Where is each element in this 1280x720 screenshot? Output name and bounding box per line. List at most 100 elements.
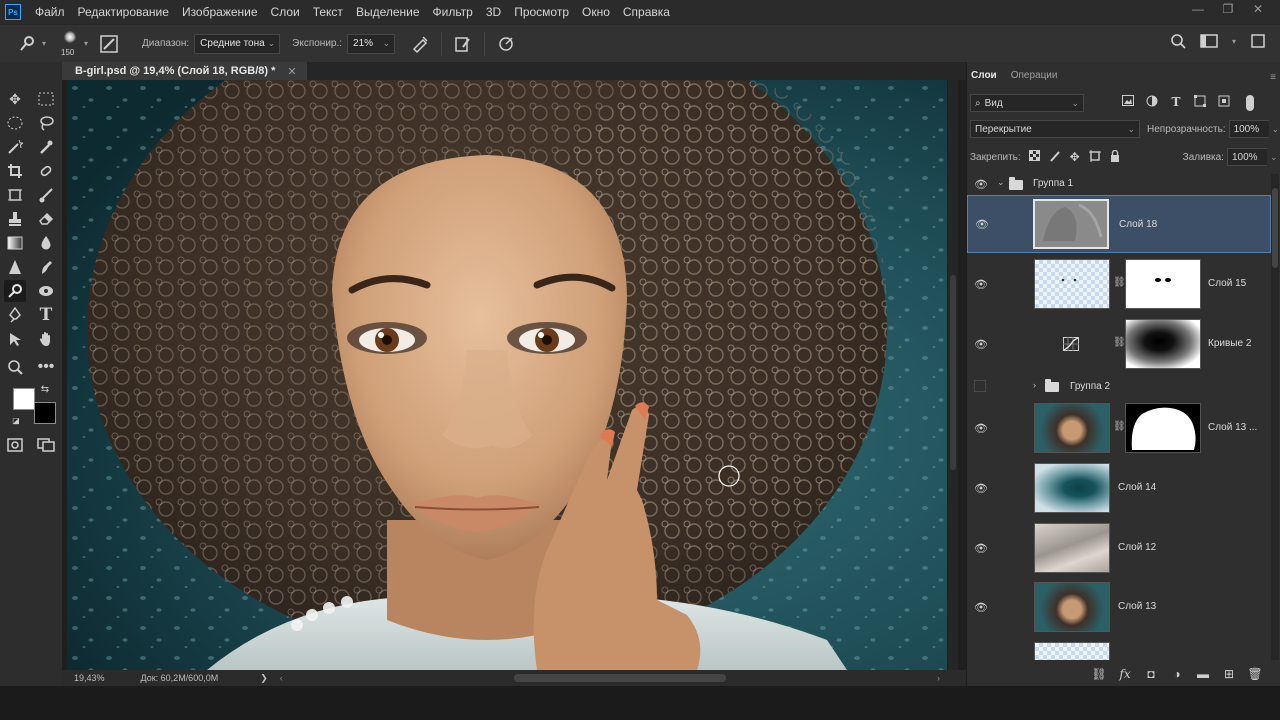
eye-icon[interactable]: 👁 bbox=[975, 217, 989, 231]
new-group-icon[interactable]: ▬ bbox=[1195, 667, 1211, 681]
panel-menu-icon[interactable]: ≡ bbox=[1270, 72, 1276, 83]
menu-image[interactable]: Изображение bbox=[182, 5, 258, 19]
canvas-area[interactable] bbox=[62, 80, 966, 670]
canvas-vertical-scrollbar[interactable] bbox=[948, 80, 958, 670]
layer-row[interactable]: › Группа 2 bbox=[967, 376, 1271, 396]
foreground-color-swatch[interactable] bbox=[13, 388, 35, 410]
eyedropper-icon[interactable] bbox=[35, 136, 57, 158]
clone-stamp-icon[interactable] bbox=[4, 208, 26, 230]
fill-input[interactable]: 100% bbox=[1226, 148, 1267, 166]
type-filter-icon[interactable]: T bbox=[1166, 95, 1186, 111]
opacity-input[interactable]: 100% bbox=[1228, 120, 1269, 138]
close-window-button[interactable]: ✕ bbox=[1250, 2, 1266, 16]
lock-transparency-icon[interactable] bbox=[1025, 150, 1045, 164]
menu-layers[interactable]: Слои bbox=[271, 5, 300, 19]
image-filter-icon[interactable] bbox=[1118, 95, 1138, 111]
chevron-down-icon[interactable]: ⌄ bbox=[997, 177, 1005, 188]
default-colors-icon[interactable]: ◪ bbox=[10, 414, 22, 426]
layer-effects-icon[interactable]: fx bbox=[1117, 667, 1133, 681]
lock-all-icon[interactable] bbox=[1105, 149, 1125, 165]
menu-3d[interactable]: 3D bbox=[486, 5, 501, 19]
layer-mask-thumbnail[interactable] bbox=[1125, 319, 1201, 369]
document-tab[interactable]: B-girl.psd @ 19,4% (Слой 18, RGB/8) * ✕ bbox=[62, 62, 307, 80]
frame-tool-icon[interactable] bbox=[4, 184, 26, 206]
link-icon[interactable]: ⛓ bbox=[1113, 277, 1126, 288]
pen-tool-icon[interactable] bbox=[4, 304, 26, 326]
lasso-tool-icon[interactable] bbox=[35, 112, 57, 134]
layers-scrollbar[interactable] bbox=[1271, 174, 1279, 660]
blur-tool-icon[interactable] bbox=[35, 232, 57, 254]
smart-object-filter-icon[interactable] bbox=[1214, 95, 1234, 111]
layer-filter-select[interactable]: ⌕ Вид ⌄ bbox=[970, 94, 1084, 112]
screen-mode-icon[interactable] bbox=[35, 434, 57, 456]
healing-brush-icon[interactable] bbox=[35, 160, 57, 182]
lock-pixels-icon[interactable] bbox=[1045, 150, 1065, 165]
range-select[interactable]: Средние тона ⌄ bbox=[194, 33, 281, 54]
chevron-down-icon[interactable]: ▾ bbox=[84, 39, 88, 48]
marquee-tool-icon[interactable] bbox=[35, 88, 57, 110]
path-selection-icon[interactable] bbox=[4, 328, 26, 350]
smudge-tool-icon[interactable] bbox=[35, 256, 57, 278]
scrollbar-thumb[interactable] bbox=[1272, 188, 1278, 268]
layer-row[interactable]: 👁 ⛓ Слой 13 ... bbox=[967, 399, 1271, 457]
menu-view[interactable]: Просмотр bbox=[514, 5, 569, 19]
protect-tones-icon[interactable] bbox=[452, 35, 474, 53]
eye-icon[interactable]: 👁 bbox=[974, 600, 988, 614]
eye-icon[interactable]: 👁 bbox=[974, 481, 988, 495]
restore-button[interactable]: ❐ bbox=[1220, 2, 1236, 16]
brush-tool-icon[interactable] bbox=[35, 184, 57, 206]
layer-row[interactable]: 👁 Слой 13 bbox=[967, 578, 1271, 636]
eye-icon[interactable]: 👁 bbox=[974, 541, 988, 555]
swap-colors-icon[interactable]: ⇆ bbox=[38, 382, 52, 396]
menu-help[interactable]: Справка bbox=[623, 5, 670, 19]
chevron-left-icon[interactable]: ‹ bbox=[280, 673, 283, 683]
chevron-down-icon[interactable]: ▾ bbox=[42, 39, 46, 48]
menu-type[interactable]: Текст bbox=[313, 5, 343, 19]
share-icon[interactable] bbox=[1250, 33, 1266, 49]
menu-file[interactable]: Файл bbox=[35, 5, 65, 19]
delete-layer-icon[interactable]: 🗑 bbox=[1247, 667, 1263, 681]
eye-icon[interactable]: 👁 bbox=[974, 177, 988, 191]
quick-mask-icon[interactable] bbox=[4, 434, 26, 456]
menu-select[interactable]: Выделение bbox=[356, 5, 420, 19]
zoom-level[interactable]: 19,43% bbox=[74, 673, 105, 683]
minimize-button[interactable]: — bbox=[1190, 2, 1206, 16]
tab-layers[interactable]: Слои bbox=[971, 70, 997, 86]
scrollbar-thumb[interactable] bbox=[950, 275, 956, 470]
chevron-down-icon[interactable]: ⌄ bbox=[1270, 152, 1278, 163]
lock-artboard-icon[interactable] bbox=[1085, 149, 1105, 165]
layer-row[interactable]: 👁 ⛓ Слой 15 bbox=[967, 255, 1271, 313]
eraser-icon[interactable] bbox=[35, 208, 57, 230]
brush-panel-icon[interactable] bbox=[98, 33, 120, 55]
link-layers-icon[interactable]: ⛓ bbox=[1091, 667, 1107, 681]
link-icon[interactable]: ⛓ bbox=[1113, 421, 1126, 432]
sponge-tool-icon[interactable] bbox=[4, 280, 26, 302]
layer-mask-thumbnail[interactable] bbox=[1125, 259, 1201, 309]
canvas-image[interactable] bbox=[67, 80, 947, 670]
visibility-toggle[interactable] bbox=[974, 380, 986, 392]
sponge-tool-preset-icon[interactable] bbox=[12, 35, 42, 53]
close-tab-icon[interactable]: ✕ bbox=[287, 65, 296, 78]
move-tool-icon[interactable]: ✥ bbox=[4, 88, 26, 110]
adjustment-filter-icon[interactable] bbox=[1142, 95, 1162, 111]
layer-row[interactable]: 👁 ⌄ Группа 1 bbox=[967, 174, 1271, 194]
more-tools-icon[interactable]: ••• bbox=[35, 356, 57, 378]
eye-icon[interactable]: 👁 bbox=[974, 421, 988, 435]
eye-icon[interactable]: 👁 bbox=[974, 277, 988, 291]
status-menu-arrow[interactable]: ❯ bbox=[260, 673, 268, 684]
layer-mask-thumbnail[interactable] bbox=[1125, 403, 1201, 453]
layer-row[interactable]: 👁 ⛓ Кривые 2 bbox=[967, 315, 1271, 373]
menu-filter[interactable]: Фильтр bbox=[433, 5, 473, 19]
brush-size-picker[interactable]: 150 bbox=[58, 29, 84, 59]
new-adjustment-icon[interactable]: ◑ bbox=[1169, 667, 1185, 681]
airbrush-icon[interactable] bbox=[409, 35, 431, 53]
layer-row[interactable]: 👁 Слой 14 bbox=[967, 459, 1271, 517]
background-color-swatch[interactable] bbox=[34, 402, 56, 424]
magic-wand-icon[interactable] bbox=[4, 136, 26, 158]
pressure-icon[interactable] bbox=[495, 35, 517, 53]
type-tool-icon[interactable]: T bbox=[35, 304, 57, 326]
layer-row[interactable]: 👁 Слой 18 bbox=[967, 195, 1271, 253]
ellipse-marquee-icon[interactable] bbox=[4, 112, 26, 134]
add-mask-icon[interactable]: ◘ bbox=[1143, 667, 1159, 681]
crop-tool-icon[interactable] bbox=[4, 160, 26, 182]
